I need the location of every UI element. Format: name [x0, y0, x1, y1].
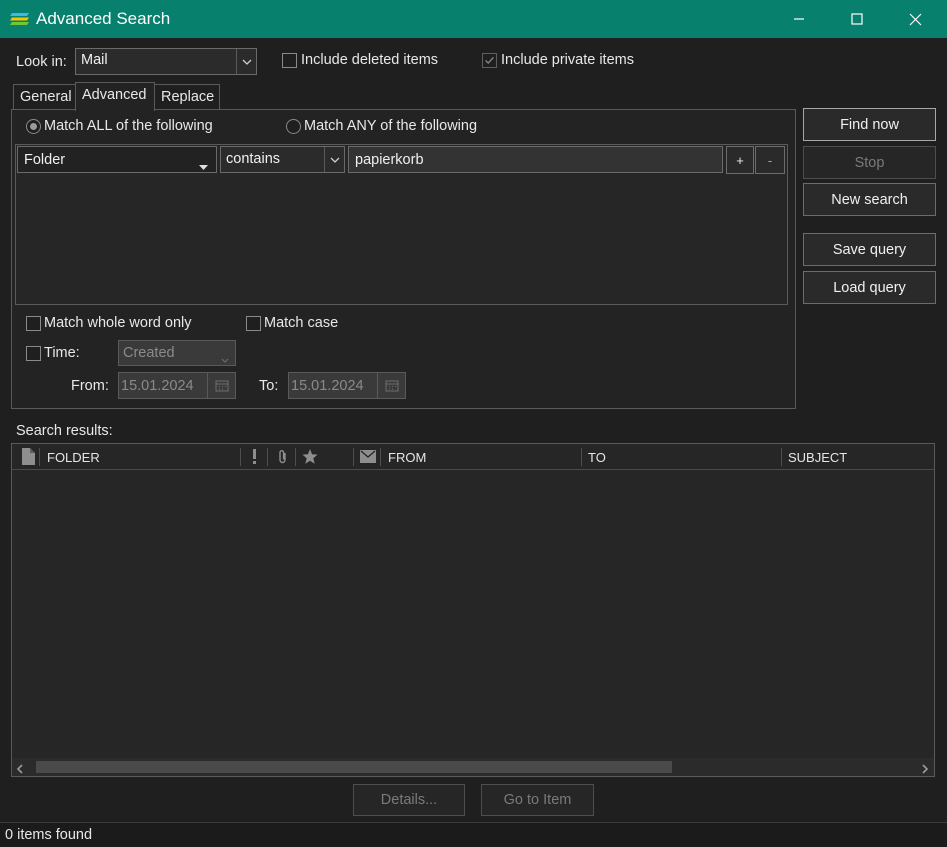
look-in-label: Look in: [16, 54, 67, 70]
status-bar: 0 items found [0, 822, 947, 847]
details-button[interactable]: Details... [353, 784, 465, 816]
window-title: Advanced Search [36, 9, 171, 28]
column-to[interactable]: TO [588, 450, 606, 465]
tab-advanced-label: Advanced [82, 87, 147, 103]
look-in-combo[interactable]: Mail [75, 48, 257, 75]
to-date-value: 15.01.2024 [291, 378, 364, 394]
match-all-radio[interactable] [26, 119, 41, 134]
column-folder[interactable]: FOLDER [47, 450, 100, 465]
find-now-button[interactable]: Find now [803, 108, 936, 141]
look-in-value: Mail [81, 52, 108, 68]
match-any-radio[interactable] [286, 119, 301, 134]
close-icon [909, 13, 921, 25]
scroll-left-icon[interactable] [16, 762, 24, 778]
chevron-down-icon[interactable] [236, 49, 256, 74]
go-to-item-button[interactable]: Go to Item [481, 784, 594, 816]
chevron-down-icon [221, 351, 229, 367]
close-button[interactable] [886, 0, 944, 38]
match-all-label: Match ALL of the following [44, 118, 213, 134]
include-deleted-checkbox[interactable] [282, 53, 297, 68]
to-label: To: [259, 378, 279, 394]
remove-criteria-button[interactable]: - [755, 146, 785, 174]
dropdown-arrow-icon [199, 158, 208, 174]
match-any-label: Match ANY of the following [304, 118, 478, 134]
criteria-value-text: papierkorb [355, 152, 424, 168]
time-checkbox[interactable] [26, 346, 41, 361]
calendar-icon[interactable] [377, 373, 405, 398]
column-from[interactable]: FROM [388, 450, 426, 465]
minimize-button[interactable] [770, 0, 828, 38]
star-icon[interactable] [302, 449, 318, 467]
load-query-button[interactable]: Load query [803, 271, 936, 304]
results-header: FOLDER FROM TO SUBJECT [12, 444, 934, 470]
search-results-label: Search results: [16, 423, 113, 439]
column-subject[interactable]: SUBJECT [788, 450, 847, 465]
from-date-value: 15.01.2024 [121, 378, 194, 394]
criteria-value-input[interactable]: papierkorb [348, 146, 723, 173]
document-icon[interactable] [22, 448, 35, 468]
match-case-label: Match case [264, 315, 339, 331]
criteria-operator-value: contains [226, 151, 281, 167]
time-field-value: Created [123, 345, 175, 361]
to-date-field[interactable]: 15.01.2024 [288, 372, 406, 399]
maximize-icon [851, 13, 863, 25]
include-deleted-label: Include deleted items [301, 52, 439, 68]
from-date-field[interactable]: 15.01.2024 [118, 372, 236, 399]
tab-replace[interactable]: Replace [154, 84, 220, 110]
match-case-checkbox[interactable] [246, 316, 261, 331]
add-criteria-button[interactable]: + [726, 146, 754, 174]
scrollbar-thumb[interactable] [36, 761, 672, 773]
checkmark-icon [485, 57, 494, 65]
whole-word-label: Match whole word only [44, 315, 192, 331]
criteria-field-value: Folder [24, 152, 66, 168]
calendar-icon[interactable] [207, 373, 235, 398]
title-bar: Advanced Search [0, 0, 947, 38]
time-label: Time: [44, 345, 80, 361]
status-text: 0 items found [5, 827, 93, 843]
chevron-down-icon[interactable] [324, 147, 344, 172]
tab-general[interactable]: General [13, 84, 76, 110]
from-label: From: [71, 378, 109, 394]
stop-button[interactable]: Stop [803, 146, 936, 179]
criteria-operator-combo[interactable]: contains [220, 146, 345, 173]
envelope-icon[interactable] [360, 450, 376, 466]
tab-general-label: General [20, 89, 72, 105]
attachment-icon[interactable] [277, 449, 288, 468]
maximize-button[interactable] [828, 0, 886, 38]
include-private-checkbox[interactable] [482, 53, 497, 68]
horizontal-scrollbar[interactable] [12, 758, 934, 776]
time-field-combo[interactable]: Created [118, 340, 236, 366]
scroll-right-icon[interactable] [921, 762, 929, 778]
results-list[interactable] [11, 443, 935, 777]
include-private-label: Include private items [501, 52, 634, 68]
app-logo-icon [10, 11, 31, 27]
tab-advanced[interactable]: Advanced [75, 82, 155, 111]
tab-replace-label: Replace [161, 89, 215, 105]
criteria-field-combo[interactable]: Folder [17, 146, 217, 173]
save-query-button[interactable]: Save query [803, 233, 936, 266]
importance-icon[interactable] [252, 449, 257, 467]
minimize-icon [794, 18, 804, 20]
new-search-button[interactable]: New search [803, 183, 936, 216]
whole-word-checkbox[interactable] [26, 316, 41, 331]
